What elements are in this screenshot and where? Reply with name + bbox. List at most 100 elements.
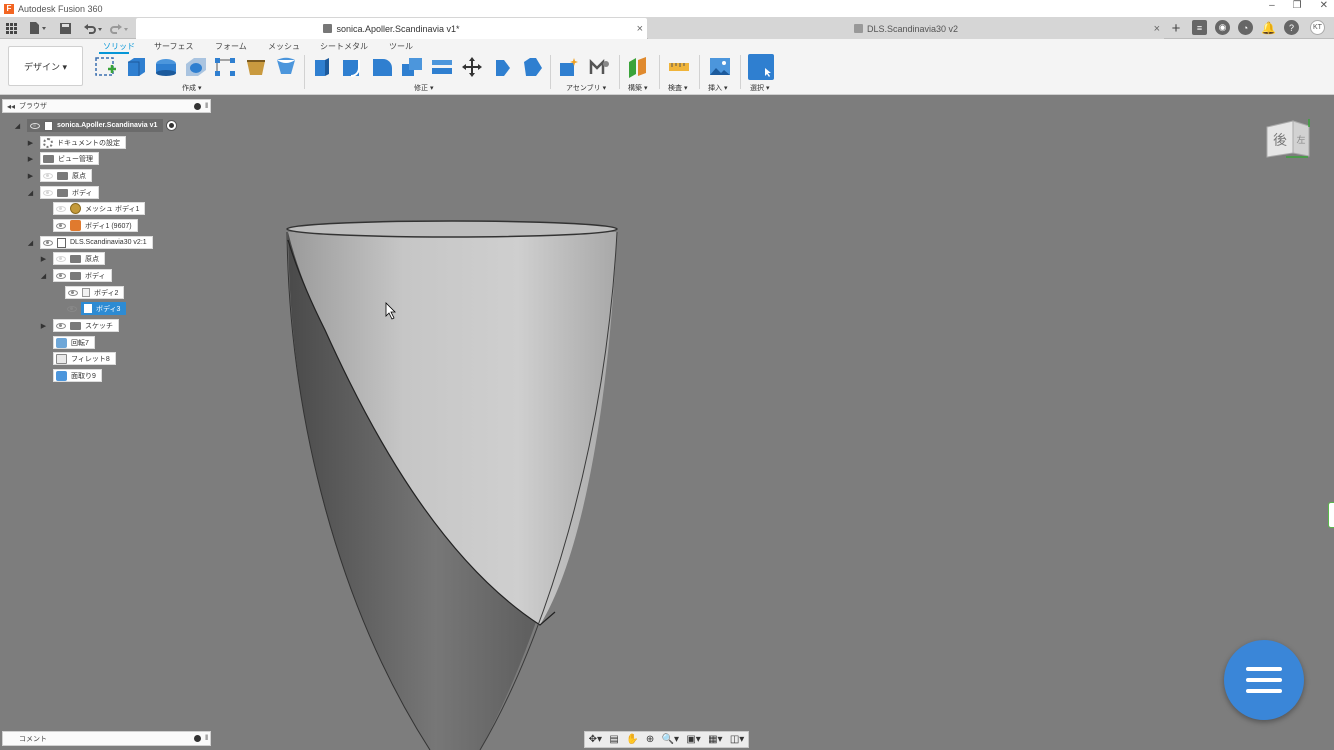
side-panel-tab[interactable] <box>1328 502 1334 528</box>
collapse-arrow-icon[interactable]: ◢ <box>13 121 22 130</box>
look-at-icon[interactable]: ▤ <box>609 734 618 745</box>
tree-row[interactable]: ボディ3 <box>65 302 127 315</box>
comments-panel-header[interactable]: コメント ‖ <box>2 731 211 746</box>
body-node-selected[interactable]: ボディ3 <box>65 302 127 315</box>
body-node[interactable]: ボディ2 <box>65 286 125 299</box>
tab-surface[interactable]: サーフェス <box>154 41 194 52</box>
tree-row[interactable]: ◢ sonica.Apoller.Scandinavia v1 <box>13 119 178 132</box>
tree-row[interactable]: ▶ 原点 <box>39 252 105 265</box>
expand-arrow-icon[interactable]: ▶ <box>39 321 48 330</box>
close-tab-icon[interactable]: × <box>637 23 643 35</box>
tab-tools[interactable]: ツール <box>389 41 413 52</box>
visibility-eye-icon[interactable] <box>56 255 66 262</box>
insert-mesh-icon[interactable] <box>244 56 268 78</box>
combine-icon[interactable] <box>430 56 454 78</box>
visibility-eye-icon[interactable] <box>56 322 66 329</box>
activate-radio-icon[interactable] <box>166 120 178 131</box>
pan-icon[interactable]: ✋ <box>626 734 638 745</box>
form-icon[interactable] <box>274 56 298 78</box>
fit-icon[interactable]: 🔍▾ <box>662 734 679 745</box>
tree-row[interactable]: ◢ ボディ <box>39 269 112 282</box>
shell-icon[interactable] <box>400 56 424 78</box>
tree-row[interactable]: フィレット8 <box>53 352 116 365</box>
tree-row[interactable]: 面取り9 <box>53 369 102 382</box>
tree-row[interactable]: ボディ1 (9607) <box>53 219 138 232</box>
new-tab-icon[interactable]: + <box>1168 20 1184 37</box>
panel-resize-icon[interactable]: ‖ <box>205 103 208 110</box>
linked-component-node[interactable]: DLS.Scandinavia30 v2:1 <box>40 236 153 249</box>
minimize-button[interactable]: – <box>1269 0 1275 11</box>
hole-icon[interactable] <box>184 56 208 78</box>
tab-mesh[interactable]: メッシュ <box>268 41 300 52</box>
delete-face-icon[interactable] <box>520 56 544 78</box>
visibility-eye-icon[interactable] <box>56 272 66 279</box>
body-node[interactable]: ボディ1 (9607) <box>53 219 138 232</box>
visibility-eye-icon[interactable] <box>43 239 53 246</box>
expand-arrow-icon[interactable]: ▶ <box>39 254 48 263</box>
visibility-eye-icon[interactable] <box>56 222 66 229</box>
align-icon[interactable] <box>490 56 514 78</box>
tab-sonica-apoller[interactable]: sonica.Apoller.Scandinavia v1* × <box>136 18 647 39</box>
tree-row[interactable]: メッシュ ボディ1 <box>53 202 146 215</box>
construct-plane-icon[interactable] <box>626 56 650 78</box>
collapse-browser-icon[interactable]: ◂◂ <box>7 102 15 111</box>
create-group-label[interactable]: 作成 ▾ <box>182 83 201 93</box>
create-sketch-icon[interactable] <box>94 56 118 78</box>
press-pull-icon[interactable] <box>310 56 334 78</box>
move-icon[interactable] <box>460 56 484 78</box>
tab-dls-scandinavia[interactable]: DLS.Scandinavia30 v2 × <box>648 18 1164 39</box>
visibility-eye-icon[interactable] <box>67 305 77 312</box>
select-icon[interactable] <box>748 54 774 80</box>
expand-arrow-icon[interactable]: ▶ <box>26 154 35 163</box>
visibility-eye-icon[interactable] <box>68 289 78 296</box>
collapse-arrow-icon[interactable]: ◢ <box>26 238 35 247</box>
file-menu-icon[interactable] <box>28 20 48 36</box>
tree-row[interactable]: ▶ ビュー管理 <box>26 152 99 165</box>
bodies-node[interactable]: ボディ <box>40 186 99 199</box>
redo-icon[interactable] <box>108 20 130 36</box>
viewcube[interactable]: 後 左 <box>1266 119 1312 159</box>
tab-form[interactable]: フォーム <box>215 41 247 52</box>
job-status-icon[interactable]: ≡ <box>1192 20 1207 35</box>
display-settings-icon[interactable]: ▣▾ <box>686 734 700 745</box>
fillet-feature-node[interactable]: フィレット8 <box>53 352 116 365</box>
app-grid-icon[interactable] <box>4 20 18 36</box>
grid-settings-icon[interactable]: ▦▾ <box>708 734 722 745</box>
close-tab-icon[interactable]: × <box>1154 23 1160 35</box>
undo-icon[interactable] <box>82 20 104 36</box>
canvas-viewport[interactable] <box>0 96 1334 750</box>
browser-panel-header[interactable]: ◂◂ ブラウザ ‖ <box>2 99 211 113</box>
select-group-label[interactable]: 選択 ▾ <box>750 83 769 93</box>
tree-row[interactable]: 回転7 <box>53 336 95 349</box>
chamfer-feature-node[interactable]: 面取り9 <box>53 369 102 382</box>
orbit-icon[interactable]: ✥▾ <box>589 734 602 745</box>
mesh-body-node[interactable]: メッシュ ボディ1 <box>53 202 146 215</box>
collapse-arrow-icon[interactable]: ◢ <box>26 188 35 197</box>
menu-fab-button[interactable] <box>1224 640 1304 720</box>
tab-solid[interactable]: ソリッド <box>103 41 135 52</box>
chamfer-icon[interactable] <box>370 56 394 78</box>
root-component-node[interactable]: sonica.Apoller.Scandinavia v1 <box>27 119 164 132</box>
visibility-eye-icon[interactable] <box>43 172 53 179</box>
expand-arrow-icon[interactable]: ▶ <box>26 171 35 180</box>
pin-icon[interactable] <box>194 102 202 110</box>
origin-node[interactable]: 原点 <box>53 252 105 265</box>
notification-bell-icon[interactable]: 🔔 <box>1261 20 1276 35</box>
tree-row[interactable]: ▶ スケッチ <box>39 319 119 332</box>
expand-arrow-icon[interactable]: ▶ <box>26 138 35 147</box>
help-icon[interactable]: ? <box>1284 20 1299 35</box>
tree-row[interactable]: ボディ2 <box>65 286 125 299</box>
extensions-icon[interactable]: ◔ <box>1238 20 1253 35</box>
extrude-icon[interactable] <box>124 56 148 78</box>
assemble-group-label[interactable]: アセンブリ ▾ <box>566 83 606 93</box>
visibility-eye-icon[interactable] <box>30 122 40 129</box>
tab-sheet-metal[interactable]: シートメタル <box>320 41 368 52</box>
revolve-icon[interactable] <box>154 56 178 78</box>
document-settings-node[interactable]: ドキュメントの設定 <box>40 136 126 149</box>
workspace-dropdown[interactable]: デザイン ▾ <box>8 46 83 86</box>
restore-button[interactable]: ❐ <box>1293 0 1302 11</box>
construct-group-label[interactable]: 構築 ▾ <box>628 83 647 93</box>
viewports-icon[interactable]: ◫▾ <box>730 734 744 745</box>
tree-row[interactable]: ▶ ドキュメントの設定 <box>26 136 126 149</box>
visibility-eye-icon[interactable] <box>56 205 66 212</box>
